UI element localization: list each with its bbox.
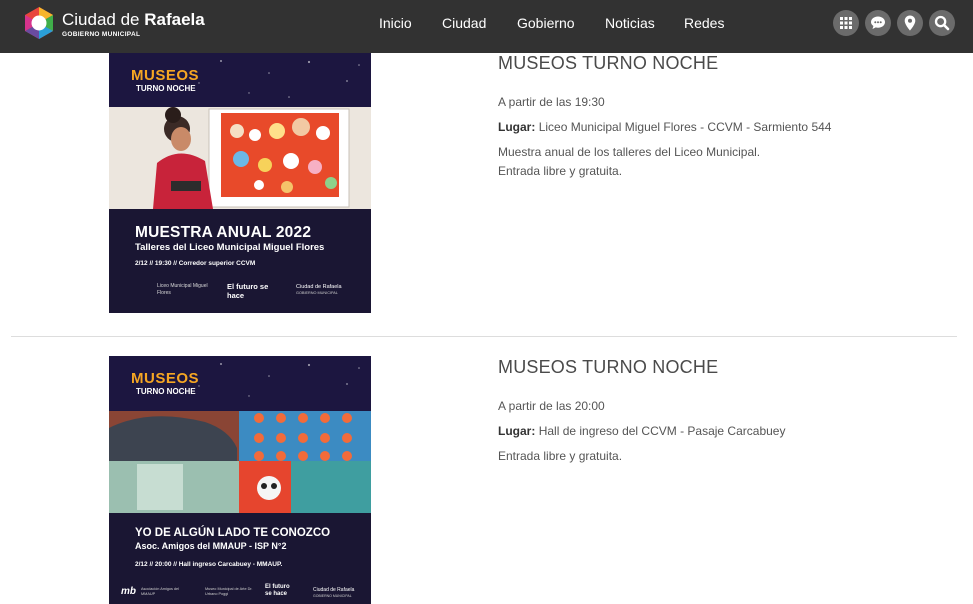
chat-button[interactable] [865, 10, 891, 36]
poster-kicker-sub: TURNO NOCHE [136, 84, 196, 93]
poster-footer-left: Asociación Amigos del MMAUP [141, 587, 179, 596]
apps-grid-button[interactable] [833, 10, 859, 36]
event-title[interactable]: MUSEOS TURNO NOCHE [498, 53, 718, 74]
place-label: Lugar: [498, 424, 536, 438]
brand-bold: Rafaela [144, 10, 205, 29]
poster-headline: YO DE ALGÚN LADO TE CONOZCO [135, 527, 331, 539]
nav-ciudad[interactable]: Ciudad [442, 15, 486, 31]
search-button[interactable] [929, 10, 955, 36]
brand-prefix: Ciudad de [62, 10, 145, 29]
nav-gobierno[interactable]: Gobierno [517, 15, 575, 31]
poster-slogan: El futuro se hace [265, 584, 290, 597]
poster-footer-right: Ciudad de Rafaela [296, 284, 342, 290]
poster-subhead: Asoc. Amigos del MMAUP - ISP N°2 [135, 541, 287, 551]
brand-subtitle: GOBIERNO MUNICIPAL [62, 31, 141, 38]
poster-footer-mid: Museo Municipal de Arte Dr. Urbano Poggi [205, 587, 253, 596]
poster-footer-right: Ciudad de Rafaela [313, 587, 355, 593]
poster-info: 2/12 // 20:00 // Hall ingreso Carcabuey … [135, 561, 283, 568]
event-separator [11, 336, 957, 337]
event-description: Muestra anual de los talleres del Liceo … [498, 145, 761, 159]
brand-name[interactable]: Ciudad de Rafaela GOBIERNO MUNICIPAL [62, 10, 205, 39]
event-poster-image[interactable]: MUSEOS TURNO NOCHE YO DE ALGÚN LADO TE C… [109, 356, 371, 604]
event-description: Entrada libre y gratuita. [498, 164, 623, 178]
poster-footer-left: Liceo Municipal Miguel Flores [157, 283, 208, 296]
search-icon [934, 15, 950, 31]
event-title[interactable]: MUSEOS TURNO NOCHE [498, 357, 718, 378]
poster-subhead: Talleres del Liceo Municipal Miguel Flor… [135, 242, 325, 253]
poster-info: 2/12 // 19:30 // Corredor superior CCVM [135, 260, 256, 267]
top-navigation-bar: Ciudad de Rafaela GOBIERNO MUNICIPAL Ini… [0, 0, 973, 53]
rafaela-logo-icon[interactable] [22, 6, 56, 40]
poster-slogan: El futuro se hace [227, 282, 269, 300]
poster-footer-right-sub: GOBIERNO MUNICIPAL [296, 291, 338, 295]
nav-noticias[interactable]: Noticias [605, 15, 655, 31]
nav-redes[interactable]: Redes [684, 15, 724, 31]
event-place: Lugar: Liceo Municipal Miguel Flores - C… [498, 120, 831, 134]
location-button[interactable] [897, 10, 923, 36]
place-label: Lugar: [498, 120, 536, 134]
poster-kicker: MUSEOS [131, 67, 200, 84]
poster-kicker: MUSEOS [131, 370, 200, 387]
event-time: A partir de las 19:30 [498, 95, 605, 109]
event-description: Entrada libre y gratuita. [498, 449, 623, 463]
poster-logo-mmaup: mb [121, 586, 136, 597]
nav-inicio[interactable]: Inicio [379, 15, 412, 31]
chat-icon [871, 16, 885, 29]
poster-headline: MUESTRA ANUAL 2022 [135, 224, 312, 241]
event-time: A partir de las 20:00 [498, 399, 605, 413]
grid-icon [840, 17, 852, 29]
poster-kicker-sub: TURNO NOCHE [136, 387, 196, 396]
event-place: Lugar: Hall de ingreso del CCVM - Pasaje… [498, 424, 785, 438]
poster-footer-right-sub: GOBIERNO MUNICIPAL [313, 594, 352, 598]
event-poster-image[interactable]: MUSEOS TURNO NOCHE MUESTRA ANUAL 2022 Ta… [109, 53, 371, 313]
place-value: Liceo Municipal Miguel Flores - CCVM - S… [538, 120, 832, 134]
location-pin-icon [904, 15, 916, 31]
place-value: Hall de ingreso del CCVM - Pasaje Carcab… [538, 424, 786, 438]
